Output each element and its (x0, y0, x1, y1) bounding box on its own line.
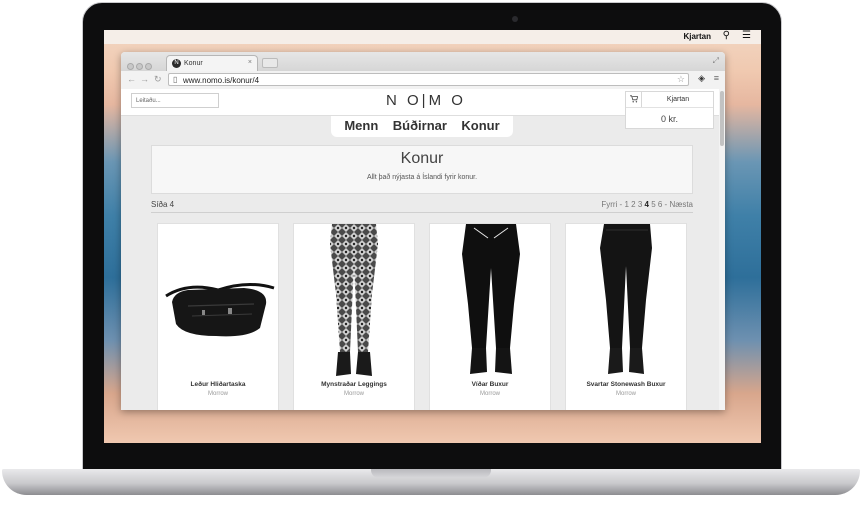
pagination-page-6[interactable]: 6 (658, 200, 662, 209)
fullscreen-icon[interactable]: ⤢ (713, 56, 719, 66)
extension-layers-icon[interactable]: ◈ (698, 73, 705, 84)
camera (512, 16, 518, 22)
product-image-leggings (294, 224, 414, 378)
product-card[interactable]: Svartar Stonewash Buxur Morrow (565, 223, 687, 410)
notification-list-icon[interactable]: ☰ (742, 30, 751, 41)
cart-widget[interactable]: Kjartan 0 kr. (625, 91, 714, 129)
pager-row: Síða 4 Fyrri - 1 2 3 4 5 6 - Næsta (151, 200, 693, 213)
pagination-next[interactable]: Næsta (669, 200, 693, 209)
search-input[interactable]: Leitaðu... (131, 93, 219, 108)
browser-menu-icon[interactable]: ≡ (714, 73, 719, 83)
nav-menn[interactable]: Menn (344, 118, 378, 133)
forward-arrow-icon[interactable]: → (140, 74, 149, 84)
tab-bar: N Konur × ⤢ (121, 52, 725, 71)
pagination: Fyrri - 1 2 3 4 5 6 - Næsta (601, 200, 693, 209)
page-icon: ▯ (173, 75, 178, 84)
pagination-prev[interactable]: Fyrri (601, 200, 617, 209)
tab-title: Konur (184, 60, 203, 67)
favicon-icon: N (172, 59, 181, 68)
main-nav: Menn Búðirnar Konur (331, 116, 513, 137)
product-image-wide-pants (430, 224, 550, 378)
spotlight-search-icon[interactable]: ⚲ (723, 30, 730, 41)
cart-icon (630, 95, 639, 105)
product-card[interactable]: Leður Hliðartaska Morrow (157, 223, 279, 410)
product-brand: Morrow (207, 391, 228, 397)
scrollbar-thumb[interactable] (720, 91, 724, 146)
page-subtitle: Allt það nýjasta á Íslandi fyrir konur. (366, 174, 478, 181)
zoom-window-button[interactable] (145, 63, 152, 70)
nav-budirnar[interactable]: Búðirnar (393, 118, 447, 133)
minimize-window-button[interactable] (136, 63, 143, 70)
product-image-bag (158, 224, 278, 378)
product-brand: Morrow (615, 391, 636, 397)
product-name: Leður Hliðartaska (190, 381, 246, 388)
product-brand: Morrow (479, 391, 500, 397)
product-card[interactable]: Mynstraðar Leggings Morrow (293, 223, 415, 410)
cart-separator (626, 107, 713, 108)
tab-konur[interactable]: N Konur × (166, 55, 258, 71)
product-brand: Morrow (343, 391, 364, 397)
back-arrow-icon[interactable]: ← (127, 74, 136, 84)
product-name: Víðar Buxur (471, 381, 509, 388)
new-tab-button[interactable] (262, 58, 278, 68)
pagination-page-3[interactable]: 3 (638, 200, 642, 209)
product-image-stonewash-jeans (566, 224, 686, 378)
page-title: Konur (400, 150, 444, 167)
os-menubar: Kjartan ⚲ ☰ (104, 30, 761, 44)
product-name: Svartar Stonewash Buxur (586, 381, 666, 388)
url-text: www.nomo.is/konur/4 (183, 76, 260, 85)
pagination-page-2[interactable]: 2 (631, 200, 635, 209)
product-name: Mynstraðar Leggings (321, 381, 387, 388)
web-page: Leitaðu... N O|M O Kjartan 0 kr. Menn Bú… (121, 89, 725, 410)
page-label: Síða 4 (151, 200, 175, 209)
screen: Kjartan ⚲ ☰ N Konur × ⤢ ← → ↻ ▯ www.nomo… (104, 30, 761, 443)
nav-konur[interactable]: Konur (461, 118, 499, 133)
pagination-page-5[interactable]: 5 (651, 200, 655, 209)
reload-icon[interactable]: ↻ (154, 74, 162, 85)
browser-window: N Konur × ⤢ ← → ↻ ▯ www.nomo.is/konur/4 … (121, 52, 725, 410)
close-window-button[interactable] (127, 63, 134, 70)
site-logo[interactable]: N O|M O (386, 92, 466, 109)
close-tab-icon[interactable]: × (248, 59, 252, 66)
pagination-page-4-current: 4 (644, 200, 649, 209)
product-card[interactable]: Víðar Buxur Morrow (429, 223, 551, 410)
address-bar[interactable]: ▯ www.nomo.is/konur/4 ☆ (168, 73, 689, 86)
cart-total: 0 kr. (660, 114, 678, 124)
category-hero: Konur Allt það nýjasta á Íslandi fyrir k… (151, 145, 693, 194)
laptop-notch (371, 469, 491, 478)
page-scrollbar[interactable] (719, 89, 725, 410)
bookmark-star-icon[interactable]: ☆ (677, 74, 685, 85)
cart-user: Kjartan (666, 96, 690, 103)
browser-toolbar: ← → ↻ ▯ www.nomo.is/konur/4 ☆ ◈ ≡ (121, 71, 725, 90)
menubar-user[interactable]: Kjartan (683, 32, 711, 41)
pagination-page-1[interactable]: 1 (624, 200, 628, 209)
